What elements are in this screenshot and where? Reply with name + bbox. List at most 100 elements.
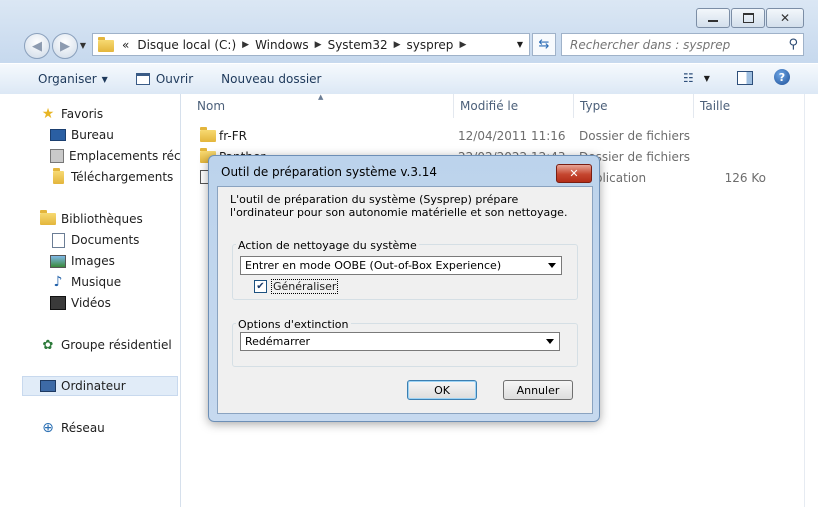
forward-button[interactable]: ▶ — [52, 33, 78, 59]
chevron-down-icon: ▼ — [79, 40, 87, 50]
nav-recent-places[interactable]: Emplacements récents — [50, 146, 180, 166]
column-type-label: Type — [580, 99, 608, 113]
back-button[interactable]: ◀ — [24, 33, 50, 59]
column-header-type[interactable]: Type — [573, 94, 693, 118]
dialog-close-button[interactable]: ✕ — [556, 164, 592, 183]
file-type: Dossier de fichiers — [579, 128, 691, 143]
vertical-scrollbar[interactable] — [804, 94, 818, 507]
ok-button[interactable]: OK — [407, 380, 477, 400]
dialog-description: L'outil de préparation du système (Syspr… — [230, 193, 568, 219]
nav-music[interactable]: ♪ Musique — [50, 272, 122, 292]
checkbox-checked-icon: ✔ — [254, 280, 267, 293]
pictures-icon — [50, 253, 66, 269]
documents-icon — [50, 232, 66, 248]
organize-button[interactable]: Organiser ▼ — [38, 72, 108, 86]
network-icon: ⊕ — [42, 420, 54, 436]
close-window-button[interactable]: ✕ — [766, 8, 804, 28]
nav-favorites[interactable]: ★ Favoris — [40, 104, 103, 124]
close-icon: ✕ — [569, 167, 579, 180]
nav-network[interactable]: ⊕ Réseau — [40, 418, 105, 438]
videos-icon — [50, 295, 66, 311]
column-size-label: Taille — [700, 99, 731, 113]
nav-documents[interactable]: Documents — [50, 230, 139, 250]
column-name-label: Nom — [197, 99, 226, 113]
maximize-icon — [742, 13, 754, 23]
column-header-modified[interactable]: Modifié le — [453, 94, 573, 118]
breadcrumb-separator-icon[interactable]: ▶ — [459, 40, 466, 50]
shutdown-options-select[interactable]: Redémarrer — [240, 332, 560, 351]
chevron-down-icon — [548, 263, 556, 268]
organize-label: Organiser — [38, 72, 97, 86]
view-options-button[interactable]: ☷ ▼ — [683, 71, 710, 85]
recent-places-icon — [50, 148, 64, 164]
nav-desktop[interactable]: Bureau — [50, 125, 114, 145]
recent-pages-button[interactable]: ▼ — [77, 33, 89, 57]
chevron-down-icon: ▼ — [703, 73, 710, 83]
search-icon[interactable]: ⚲ — [788, 37, 798, 52]
column-header-size[interactable]: Taille — [693, 94, 793, 118]
nav-pictures-label: Images — [71, 254, 115, 268]
nav-network-label: Réseau — [61, 421, 105, 435]
explorer-window: ✕ ◀ ▶ ▼ « Disque local (C:) ▶ Windows ▶ Sy… — [0, 0, 818, 507]
preview-pane-icon[interactable] — [737, 71, 753, 85]
address-bar[interactable]: « Disque local (C:) ▶ Windows ▶ System32 ▶ … — [92, 33, 530, 56]
navigation-pane: ★ Favoris Bureau Emplacements récents Tél… — [0, 94, 181, 507]
nav-documents-label: Documents — [71, 233, 140, 247]
column-modified-label: Modifié le — [460, 99, 519, 113]
generalize-checkbox[interactable]: ✔ Généraliser — [254, 279, 339, 294]
open-button[interactable]: Ouvrir — [135, 72, 193, 86]
breadcrumb-windows[interactable]: Windows — [255, 38, 309, 52]
new-folder-button[interactable]: Nouveau dossier — [221, 72, 321, 86]
breadcrumb-sysprep[interactable]: sysprep — [407, 38, 454, 52]
minimize-icon — [708, 20, 718, 22]
nav-downloads[interactable]: Téléchargements — [50, 167, 173, 187]
computer-icon — [40, 378, 56, 394]
address-dropdown-icon[interactable]: ▼ — [517, 40, 523, 49]
new-folder-label: Nouveau dossier — [221, 72, 322, 86]
homegroup-icon: ✿ — [42, 337, 54, 353]
nav-computer[interactable]: Ordinateur — [40, 376, 126, 396]
shutdown-label: Options d'extinction — [236, 318, 351, 331]
breadcrumb: Disque local (C:) ▶ Windows ▶ System32 ▶ sy… — [133, 38, 472, 52]
cancel-button[interactable]: Annuler — [503, 380, 573, 400]
chevron-down-icon: ▼ — [101, 74, 108, 84]
breadcrumb-separator-icon[interactable]: ▶ — [394, 40, 401, 50]
chevron-down-icon — [546, 339, 554, 344]
forward-arrow-icon: ▶ — [60, 38, 70, 54]
nav-libraries[interactable]: Bibliothèques — [40, 209, 143, 229]
nav-libraries-label: Bibliothèques — [61, 212, 143, 226]
nav-homegroup-label: Groupe résidentiel — [61, 338, 172, 352]
column-header-name[interactable]: Nom — [191, 94, 455, 118]
search-box[interactable]: ⚲ — [561, 33, 804, 56]
window-caption-buttons: ✕ — [695, 8, 804, 28]
view-list-icon: ☷ — [683, 71, 694, 85]
desktop-icon — [50, 127, 66, 143]
file-modified: 12/04/2011 11:16 — [458, 128, 566, 143]
downloads-icon — [50, 167, 66, 185]
command-bar: Organiser ▼ Ouvrir Nouveau dossier ☷ ▼ ? — [0, 63, 818, 95]
file-name: fr-FR — [219, 128, 247, 143]
cleanup-action-select[interactable]: Entrer en mode OOBE (Out-of-Box Experien… — [240, 256, 562, 275]
nav-pictures[interactable]: Images — [50, 251, 115, 271]
library-icon — [40, 210, 56, 227]
maximize-button[interactable] — [731, 8, 765, 28]
help-icon[interactable]: ? — [774, 69, 790, 85]
nav-desktop-label: Bureau — [71, 128, 114, 142]
address-overflow[interactable]: « — [122, 38, 129, 52]
nav-music-label: Musique — [71, 275, 122, 289]
minimize-button[interactable] — [696, 8, 730, 28]
nav-computer-label: Ordinateur — [61, 379, 126, 393]
cleanup-label: Action de nettoyage du système — [236, 239, 419, 252]
dialog-body: L'outil de préparation du système (Syspr… — [217, 186, 593, 414]
breadcrumb-separator-icon[interactable]: ▶ — [315, 40, 322, 50]
refresh-button[interactable]: ⇆ — [532, 33, 556, 56]
breadcrumb-disk[interactable]: Disque local (C:) — [137, 38, 236, 52]
star-icon: ★ — [41, 106, 55, 122]
search-input[interactable] — [568, 36, 782, 53]
breadcrumb-separator-icon[interactable]: ▶ — [242, 40, 249, 50]
nav-downloads-label: Téléchargements — [71, 170, 174, 184]
nav-homegroup[interactable]: ✿ Groupe résidentiel — [40, 335, 172, 355]
table-row[interactable]: fr-FR 12/04/2011 11:16 Dossier de fichie… — [181, 125, 804, 146]
breadcrumb-system32[interactable]: System32 — [328, 38, 388, 52]
nav-videos[interactable]: Vidéos — [50, 293, 111, 313]
